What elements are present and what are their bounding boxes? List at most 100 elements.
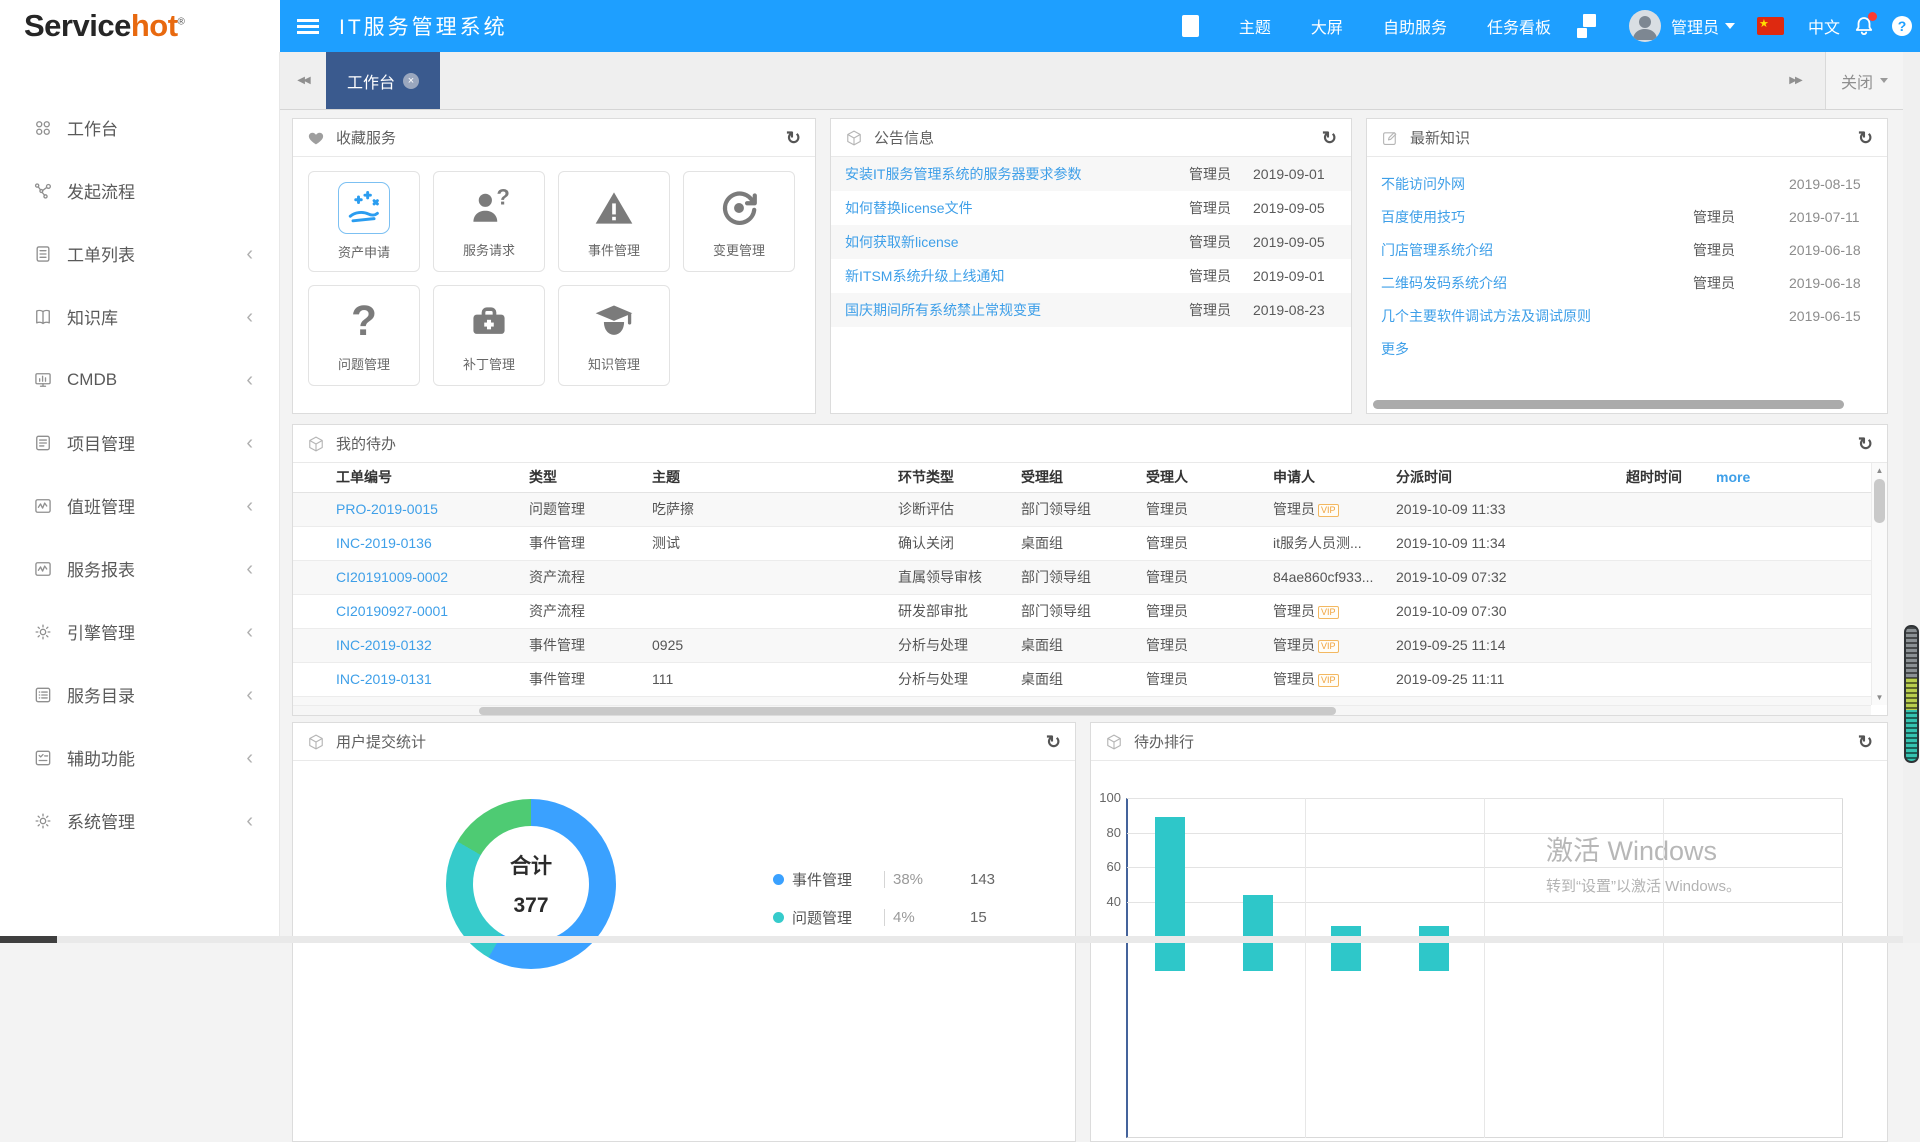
item-title-link[interactable]: 百度使用技巧 bbox=[1381, 207, 1693, 227]
nav-task-board[interactable]: 任务看板 bbox=[1487, 14, 1551, 38]
sidebar-item-service-catalog[interactable]: 服务目录‹ bbox=[0, 663, 279, 726]
item-title-link[interactable]: 如何替换license文件 bbox=[845, 198, 1189, 218]
list-item[interactable]: 安装IT服务管理系统的服务器要求参数管理员2019-09-01 bbox=[831, 157, 1351, 191]
scroll-up-icon[interactable]: ▲ bbox=[1872, 466, 1887, 475]
more-link[interactable]: 更多 bbox=[1381, 339, 1409, 359]
close-tabs-dropdown[interactable]: 关闭 bbox=[1825, 52, 1903, 109]
service-tile-knowledge-mgmt[interactable]: 知识管理 bbox=[558, 285, 670, 386]
item-author: 管理员 bbox=[1189, 300, 1253, 320]
fullscreen-icon[interactable] bbox=[1182, 15, 1199, 37]
sidebar-item-auxiliary[interactable]: 辅助功能‹ bbox=[0, 726, 279, 789]
nav-big-screen[interactable]: 大屏 bbox=[1311, 14, 1343, 38]
ticket-timeout bbox=[1626, 628, 1716, 662]
list-item[interactable]: 百度使用技巧管理员2019-07-11 bbox=[1367, 200, 1887, 233]
scrollbar-thumb[interactable] bbox=[0, 936, 57, 943]
menu-hamburger-icon[interactable] bbox=[297, 19, 319, 34]
more-link[interactable]: more bbox=[1716, 469, 1750, 485]
list-item[interactable]: 门店管理系统介绍管理员2019-06-18 bbox=[1367, 233, 1887, 266]
sidebar-item-project-mgmt[interactable]: 项目管理‹ bbox=[0, 411, 279, 474]
service-tile-asset-request[interactable]: 资产申请 bbox=[308, 171, 420, 272]
panel-horizontal-scrollbar[interactable] bbox=[1373, 400, 1844, 409]
item-title-link[interactable]: 新ITSM系统升级上线通知 bbox=[845, 266, 1189, 286]
page-horizontal-scrollbar[interactable] bbox=[0, 936, 1903, 943]
sidebar-item-service-report[interactable]: 服务报表‹ bbox=[0, 537, 279, 600]
table-row[interactable]: PRO-2019-0015问题管理吃萨擦诊断评估部门领导组管理员管理员VIP20… bbox=[293, 492, 1871, 526]
list-item[interactable]: 新ITSM系统升级上线通知管理员2019-09-01 bbox=[831, 259, 1351, 293]
bar[interactable] bbox=[1243, 895, 1273, 971]
scrollbar-thumb[interactable] bbox=[479, 707, 1336, 715]
china-flag-icon[interactable] bbox=[1757, 17, 1784, 35]
sidebar-item-duty-mgmt[interactable]: 值班管理‹ bbox=[0, 474, 279, 537]
refresh-icon[interactable]: ↻ bbox=[1858, 129, 1873, 147]
tab-close-icon[interactable]: × bbox=[403, 73, 419, 89]
item-title-link[interactable]: 几个主要软件调试方法及调试原则 bbox=[1381, 306, 1693, 326]
nav-self-service[interactable]: 自助服务 bbox=[1383, 14, 1447, 38]
table-vertical-scrollbar[interactable]: ▲ ▼ bbox=[1871, 463, 1887, 705]
sidebar-item-system-mgmt[interactable]: 系统管理‹ bbox=[0, 789, 279, 852]
table-row-partial[interactable]: 管理员管理员 bbox=[293, 696, 1871, 705]
legend-item[interactable]: 事件管理38%143 bbox=[773, 867, 1063, 891]
notification-badge bbox=[1868, 12, 1877, 21]
item-title-link[interactable]: 如何获取新license bbox=[845, 232, 1189, 252]
service-tile-problem-mgmt[interactable]: ?问题管理 bbox=[308, 285, 420, 386]
sidebar-item-ticket-list[interactable]: 工单列表‹ bbox=[0, 222, 279, 285]
service-tile-service-request[interactable]: ?服务请求 bbox=[433, 171, 545, 272]
ticket-id-link[interactable]: INC-2019-0132 bbox=[336, 637, 432, 653]
service-tile-incident-mgmt[interactable]: 事件管理 bbox=[558, 171, 670, 272]
table-row[interactable]: INC-2019-0131事件管理111分析与处理桌面组管理员管理员VIP201… bbox=[293, 662, 1871, 696]
item-title-link[interactable]: 国庆期间所有系统禁止常规变更 bbox=[845, 300, 1189, 320]
scrollbar-thumb[interactable] bbox=[1874, 479, 1885, 523]
list-item[interactable]: 如何替换license文件管理员2019-09-05 bbox=[831, 191, 1351, 225]
list-item[interactable]: 二维码发码系统介绍管理员2019-06-18 bbox=[1367, 266, 1887, 299]
refresh-icon[interactable]: ↻ bbox=[1046, 733, 1061, 751]
ticket-id-link[interactable]: PRO-2019-0015 bbox=[336, 501, 438, 517]
user-menu[interactable]: 管理员 bbox=[1671, 14, 1735, 38]
item-title-link[interactable]: 不能访问外网 bbox=[1381, 174, 1693, 194]
legend-value: 15 bbox=[970, 909, 987, 926]
apps-grid-icon[interactable] bbox=[1577, 14, 1601, 38]
sidebar-item-engine-mgmt[interactable]: 引擎管理‹ bbox=[0, 600, 279, 663]
sidebar-item-start-flow[interactable]: 发起流程 bbox=[0, 159, 279, 222]
table-row[interactable]: CI20190927-0001资产流程研发部审批部门领导组管理员管理员VIP20… bbox=[293, 594, 1871, 628]
list-item[interactable]: 几个主要软件调试方法及调试原则2019-06-15 bbox=[1367, 299, 1887, 332]
tab-workbench[interactable]: 工作台 × bbox=[326, 52, 440, 109]
ticket-id-link[interactable]: CI20191009-0002 bbox=[336, 569, 448, 585]
notification-bell-icon[interactable] bbox=[1852, 14, 1876, 38]
item-title-link[interactable]: 门店管理系统介绍 bbox=[1381, 240, 1693, 260]
sidebar-item-workbench[interactable]: 工作台 bbox=[0, 96, 279, 159]
tabs-scroll-right-icon[interactable]: ▶▶ bbox=[1765, 52, 1825, 109]
language-switch[interactable]: 中文 bbox=[1808, 14, 1840, 38]
refresh-icon[interactable]: ↻ bbox=[1858, 435, 1873, 453]
scrollbar-thumb[interactable] bbox=[1904, 625, 1919, 763]
list-item[interactable]: 不能访问外网2019-08-15 bbox=[1367, 167, 1887, 200]
list-item[interactable]: 如何获取新license管理员2019-09-05 bbox=[831, 225, 1351, 259]
legend-item[interactable]: 问题管理4%15 bbox=[773, 905, 1063, 929]
help-icon[interactable]: ? bbox=[1892, 16, 1912, 36]
table-row[interactable]: CI20191009-0002资产流程直属领导审核部门领导组管理员84ae860… bbox=[293, 560, 1871, 594]
sidebar-item-label: 工单列表 bbox=[67, 241, 135, 266]
tabs-scroll-left-icon[interactable]: ◀◀ bbox=[280, 52, 326, 109]
table-horizontal-scrollbar[interactable] bbox=[293, 705, 1871, 715]
bar[interactable] bbox=[1331, 926, 1361, 971]
bar[interactable] bbox=[1155, 817, 1185, 971]
nav-theme[interactable]: 主题 bbox=[1239, 14, 1271, 38]
item-title-link[interactable]: 二维码发码系统介绍 bbox=[1381, 273, 1693, 293]
refresh-icon[interactable]: ↻ bbox=[1322, 129, 1337, 147]
avatar[interactable] bbox=[1629, 10, 1661, 42]
refresh-icon[interactable]: ↻ bbox=[786, 129, 801, 147]
service-tile-change-mgmt[interactable]: 变更管理 bbox=[683, 171, 795, 272]
refresh-icon[interactable]: ↻ bbox=[1858, 733, 1873, 751]
ticket-id-link[interactable]: CI20190927-0001 bbox=[336, 603, 448, 619]
ticket-id-link[interactable]: INC-2019-0131 bbox=[336, 671, 432, 687]
ticket-id-link[interactable]: INC-2019-0136 bbox=[336, 535, 432, 551]
list-item[interactable]: 国庆期间所有系统禁止常规变更管理员2019-08-23 bbox=[831, 293, 1351, 327]
table-row[interactable]: INC-2019-0136事件管理测试确认关闭桌面组管理员it服务人员测...2… bbox=[293, 526, 1871, 560]
page-vertical-scrollbar[interactable] bbox=[1903, 52, 1920, 943]
item-title-link[interactable]: 安装IT服务管理系统的服务器要求参数 bbox=[845, 164, 1189, 184]
table-row[interactable]: INC-2019-0132事件管理0925分析与处理桌面组管理员管理员VIP20… bbox=[293, 628, 1871, 662]
sidebar-item-cmdb[interactable]: CMDB‹ bbox=[0, 348, 279, 411]
sidebar-item-knowledge-base[interactable]: 知识库‹ bbox=[0, 285, 279, 348]
scroll-down-icon[interactable]: ▼ bbox=[1872, 693, 1887, 702]
bar[interactable] bbox=[1419, 926, 1449, 971]
service-tile-patch-mgmt[interactable]: 补丁管理 bbox=[433, 285, 545, 386]
